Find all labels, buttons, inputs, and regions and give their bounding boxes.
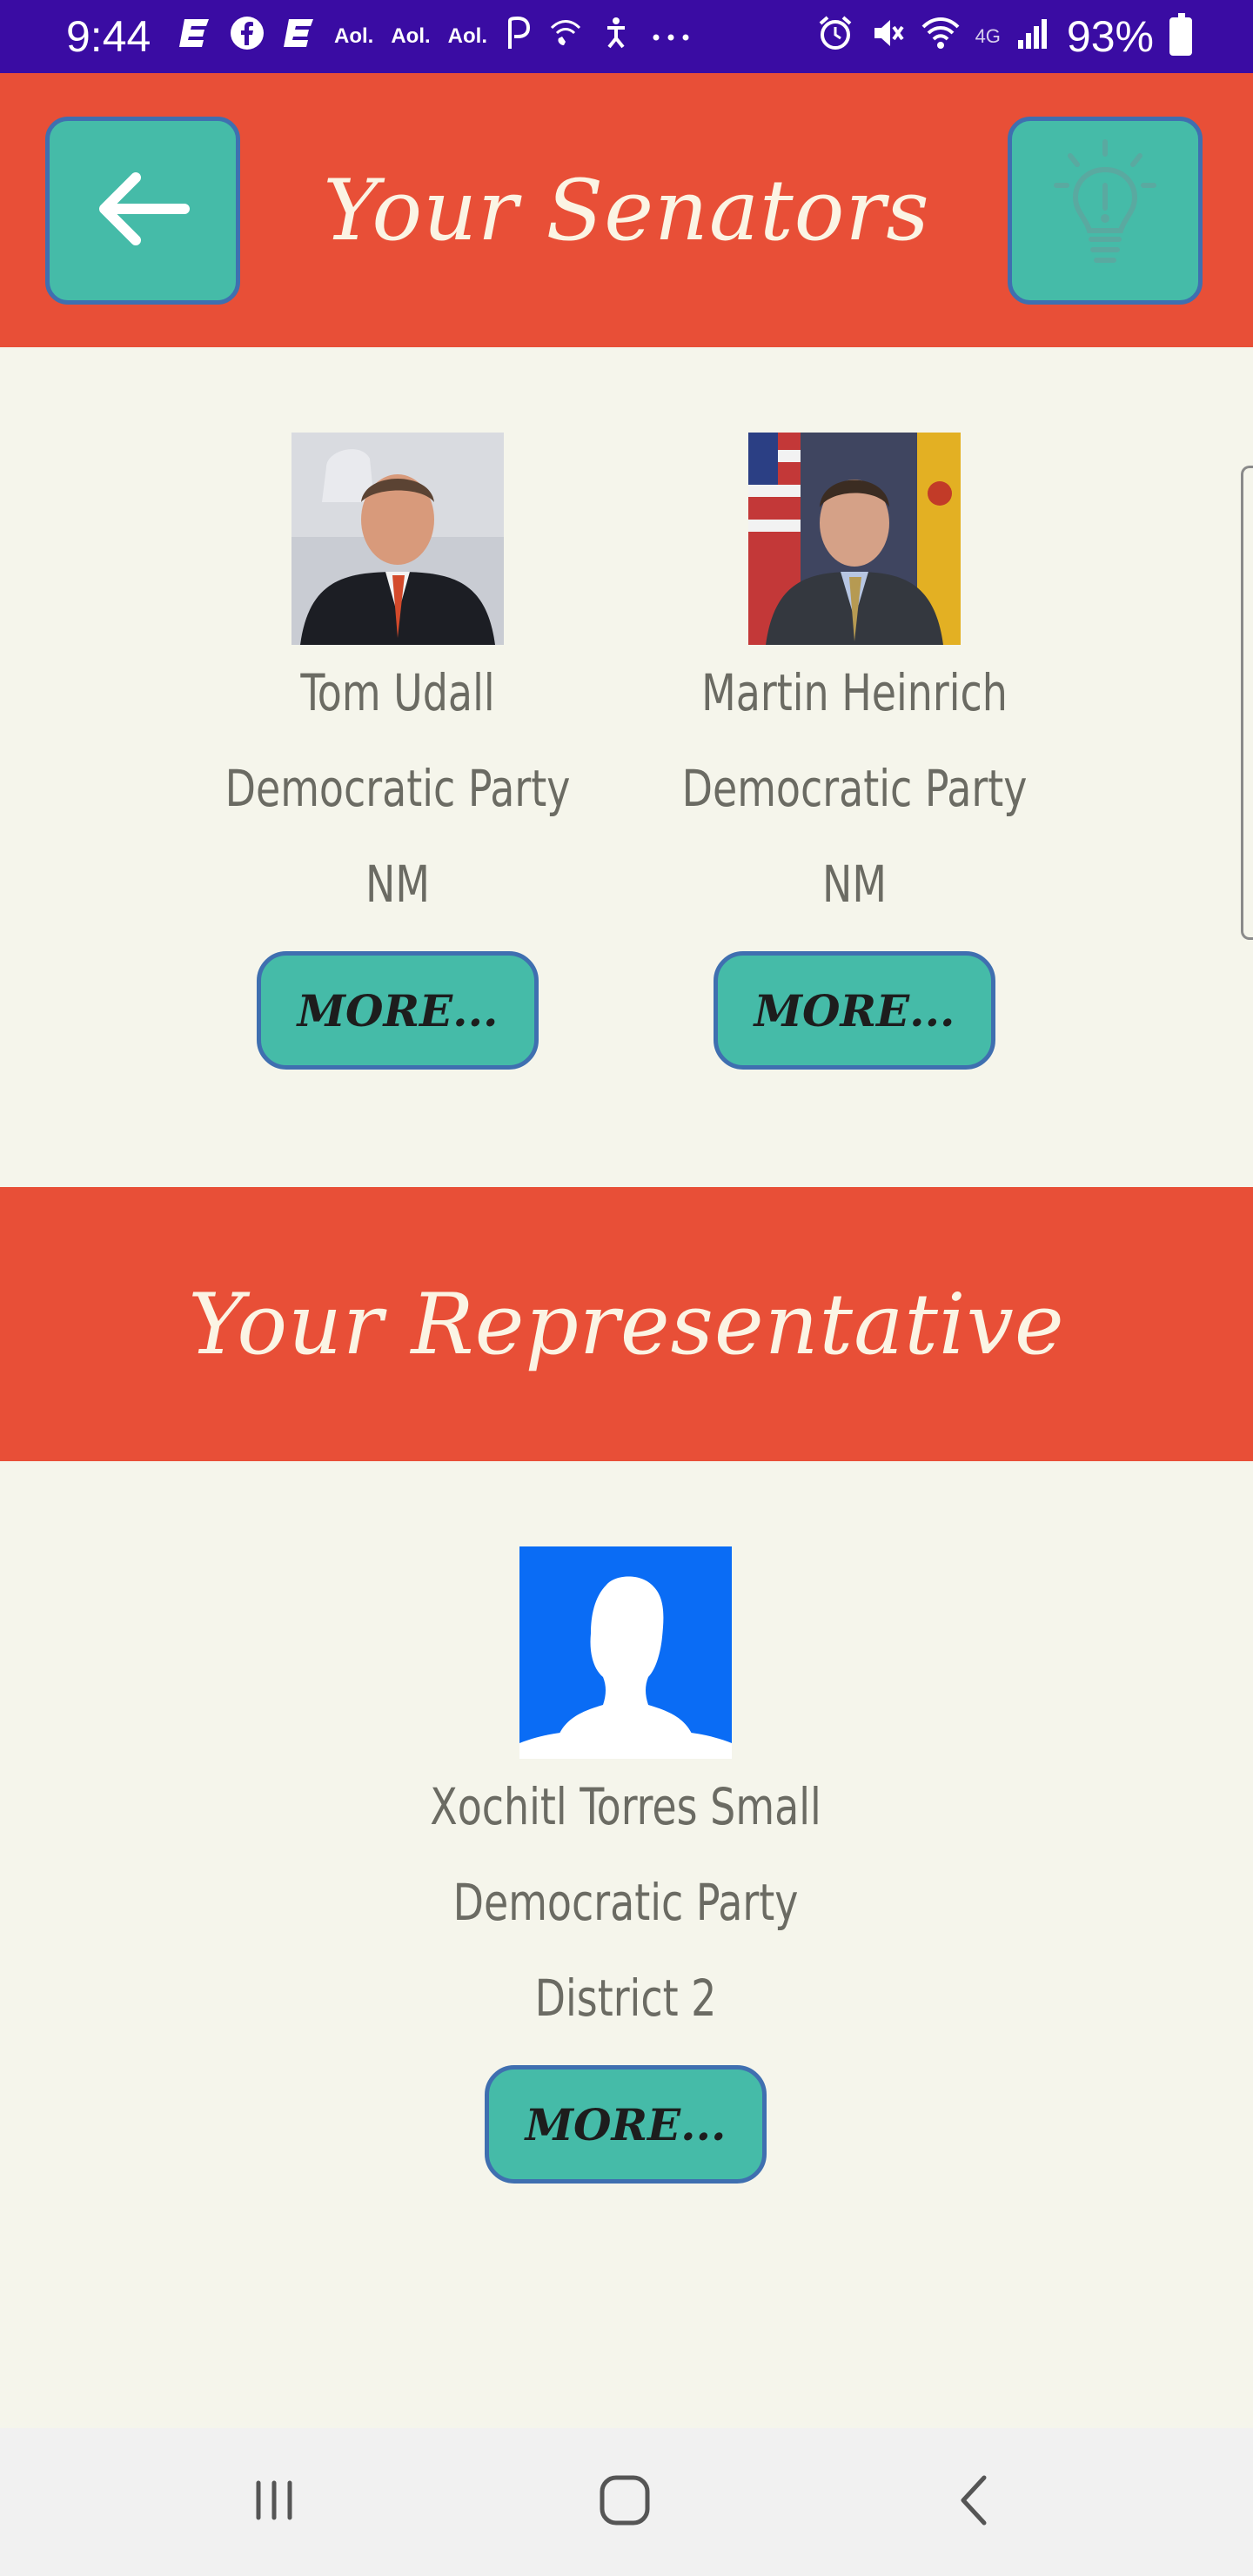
facebook-icon xyxy=(230,16,265,58)
senator-card: Martin Heinrich Democratic Party NM MORE… xyxy=(628,433,1081,1070)
senator-name: Tom Udall xyxy=(300,663,495,722)
aol-icon: Aol. xyxy=(334,24,374,48)
senator-state: NM xyxy=(822,855,887,914)
representative-district: District 2 xyxy=(534,1969,717,2028)
signal-icon xyxy=(1016,16,1051,58)
arrow-left-icon xyxy=(90,165,195,256)
4g-icon: 4G xyxy=(975,25,1001,47)
home-icon xyxy=(597,2472,653,2532)
p-app-icon xyxy=(505,16,531,58)
navigation-bar xyxy=(0,2428,1253,2576)
back-icon xyxy=(953,2472,996,2532)
battery-percent: 93% xyxy=(1066,12,1154,61)
scroll-indicator[interactable] xyxy=(1241,466,1253,940)
more-button[interactable]: MORE... xyxy=(257,951,539,1070)
e-app-icon xyxy=(282,16,317,58)
representative-header: Your Representative xyxy=(0,1187,1253,1461)
mute-icon xyxy=(869,15,906,59)
representative-party: Democratic Party xyxy=(452,1873,799,1932)
hint-button[interactable] xyxy=(1008,117,1203,305)
home-button[interactable] xyxy=(573,2463,677,2541)
senators-title: Your Senators xyxy=(323,161,930,259)
more-dots-icon xyxy=(649,20,693,54)
representative-card: Xochitl Torres Small Democratic Party Di… xyxy=(399,1546,852,2184)
recent-apps-icon xyxy=(248,2474,300,2530)
system-status-icons: 4G 93% xyxy=(817,9,1192,64)
alarm-icon xyxy=(817,15,854,59)
senator-photo xyxy=(291,433,504,645)
system-back-button[interactable] xyxy=(922,2463,1027,2541)
recent-apps-button[interactable] xyxy=(222,2463,326,2541)
senator-party: Democratic Party xyxy=(681,759,1028,818)
wifi-call-icon xyxy=(548,16,583,58)
wifi-icon xyxy=(921,15,960,59)
notification-icons: Aol. Aol. Aol. xyxy=(178,14,693,59)
aol-icon: Aol. xyxy=(447,24,487,48)
senator-name: Martin Heinrich xyxy=(701,663,1008,722)
more-button[interactable]: MORE... xyxy=(714,951,995,1070)
senator-state: NM xyxy=(365,855,430,914)
representative-name: Xochitl Torres Small xyxy=(430,1777,821,1836)
accessibility-icon xyxy=(600,16,632,58)
senator-card: Tom Udall Democratic Party NM MORE... xyxy=(171,433,624,1070)
senators-header: Your Senators xyxy=(0,73,1253,347)
back-button[interactable] xyxy=(45,117,240,305)
senator-photo xyxy=(748,433,961,645)
battery-icon xyxy=(1169,13,1192,56)
aol-icon: Aol. xyxy=(391,24,431,48)
e-app-icon xyxy=(178,16,212,58)
lightbulb-icon xyxy=(1044,135,1166,286)
placeholder-avatar-icon xyxy=(519,1546,732,1759)
senator-party: Democratic Party xyxy=(224,759,571,818)
representative-title: Your Representative xyxy=(188,1275,1065,1373)
status-time: 9:44 xyxy=(66,12,151,61)
status-bar: 9:44 Aol. Aol. Aol. 4G 93% xyxy=(0,0,1253,73)
more-button[interactable]: MORE... xyxy=(485,2065,767,2184)
